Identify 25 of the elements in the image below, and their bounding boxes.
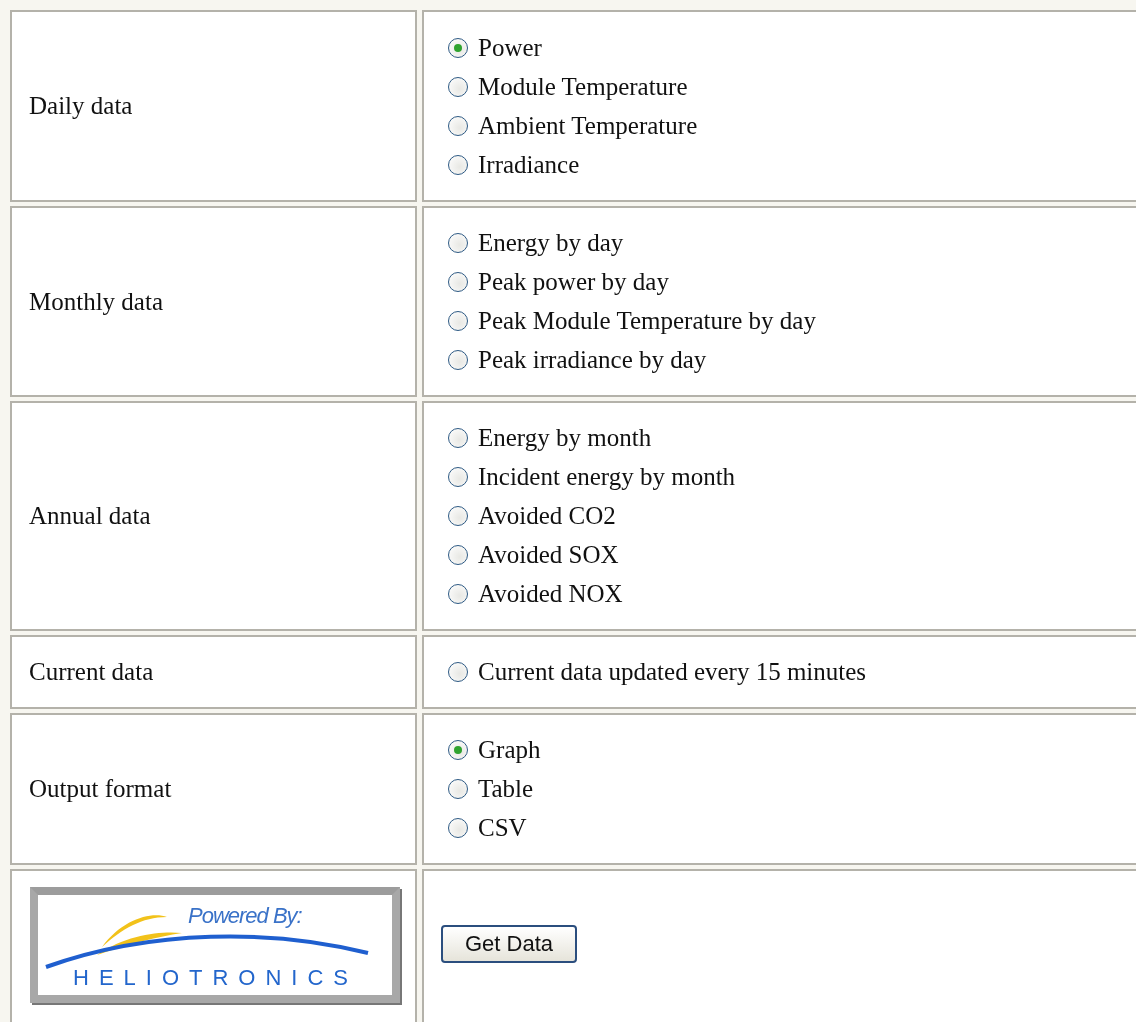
radio-option[interactable]: Peak Module Temperature by day — [448, 301, 816, 341]
radio-option[interactable]: Current data updated every 15 minutes — [448, 652, 867, 692]
radio-option[interactable]: Peak power by day — [448, 262, 816, 302]
radio-option[interactable]: Ambient Temperature — [448, 106, 698, 145]
radio-option[interactable]: Avoided NOX — [448, 574, 736, 614]
radio-option[interactable]: Peak irradiance by day — [448, 340, 816, 380]
radio-option[interactable]: Table — [448, 769, 541, 809]
logo-tagline: Powered By: — [188, 903, 302, 929]
radio-option[interactable]: Energy by month — [448, 418, 736, 458]
section-label: Output format — [28, 775, 172, 803]
radio-option[interactable]: Module Temperature — [448, 67, 698, 106]
radio-option[interactable]: Energy by day — [448, 223, 816, 263]
logo-brand: HELIOTRONICS — [73, 967, 359, 989]
radio-option[interactable]: Irradiance — [448, 145, 698, 184]
radio-option[interactable]: CSV — [448, 808, 541, 848]
section-label: Current data — [28, 658, 154, 686]
section-label: Annual data — [28, 502, 151, 530]
section-label: Monthly data — [28, 287, 163, 316]
section-label: Daily data — [28, 92, 133, 120]
radio-option[interactable]: Avoided CO2 — [448, 496, 736, 536]
get-data-button[interactable]: Get Data — [441, 925, 578, 963]
radio-option[interactable]: Incident energy by month — [448, 457, 736, 497]
radio-option[interactable]: Graph — [448, 730, 541, 770]
radio-option[interactable]: Power — [448, 28, 698, 67]
radio-option[interactable]: Avoided SOX — [448, 535, 736, 575]
